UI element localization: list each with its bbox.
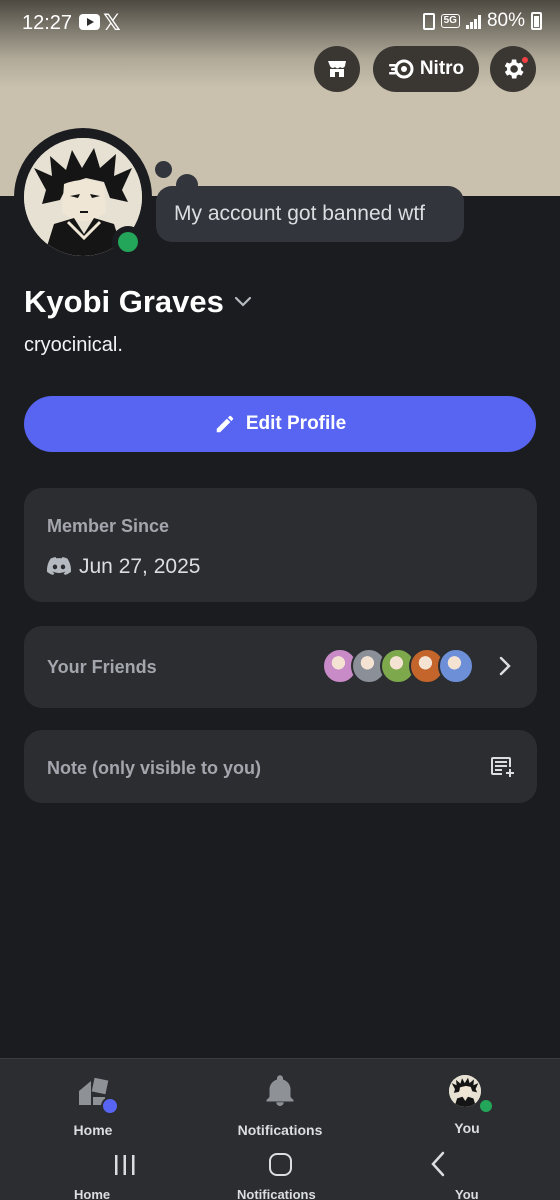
echo-home-label: Home [74,1187,111,1200]
discord-icon [47,557,71,575]
display-name[interactable]: Kyobi Graves [24,284,224,320]
shop-button[interactable] [314,46,360,92]
member-since-title: Member Since [47,516,170,536]
nav-home[interactable]: Home [18,1073,168,1138]
username: cryocinical. [24,334,123,356]
member-since-date: Jun 27, 2025 [79,555,201,578]
battery-percent: 80% [486,10,525,31]
edit-profile-label: Edit Profile [245,413,347,434]
chevron-right-icon [499,656,511,676]
system-home-icon[interactable] [269,1153,292,1176]
nav-notifications[interactable]: Notifications [205,1073,355,1138]
chevron-down-icon[interactable] [234,296,252,308]
status-time: 12:27 [22,12,73,34]
you-avatar-wrap [449,1073,495,1115]
online-status-indicator [118,232,138,252]
bell-icon [262,1073,298,1109]
network-type: 5G [440,14,460,28]
signal-icon [465,13,481,29]
battery-saver-icon [422,12,435,30]
home-unread-badge [101,1097,119,1115]
nitro-button[interactable]: Nitro [373,46,479,92]
member-since-card: Member Since Jun 27, 2025 [24,488,537,602]
custom-status-bubble[interactable]: My account got banned wtf [156,186,464,242]
note-placeholder[interactable]: Note (only visible to you) [47,758,261,779]
settings-button[interactable] [490,46,536,92]
nitro-label: Nitro [419,58,465,79]
home-icon [75,1073,119,1115]
friend-avatar [438,648,474,684]
back-icon[interactable] [430,1151,446,1177]
friend-avatar-stack [322,648,482,686]
your-friends-card[interactable]: Your Friends [24,626,537,708]
recents-icon[interactable] [113,1153,137,1177]
nitro-icon [388,59,414,79]
youtube-icon [79,14,100,30]
edit-profile-button[interactable]: Edit Profile [24,396,536,452]
custom-status-text: My account got banned wtf [174,202,425,225]
note-card[interactable]: Note (only visible to you) [24,730,537,803]
shop-icon [328,61,346,77]
add-note-icon[interactable] [491,756,515,778]
nav-you-label: You [454,1120,480,1136]
battery-icon [531,12,542,30]
echo-notifications-label: Notifications [237,1187,316,1200]
status-indicators: 5G 80% [422,10,542,32]
nav-home-label: Home [73,1122,113,1138]
thought-bubble-dot [155,161,172,178]
x-icon: 𝕏 [103,10,121,35]
echo-you-label: You [455,1187,479,1200]
status-bar: 12:27 𝕏 5G 80% [0,0,560,48]
pencil-icon [216,415,234,433]
avatar [449,1075,481,1107]
your-friends-title: Your Friends [47,657,157,677]
nav-you[interactable]: You [392,1073,542,1136]
nav-notifications-label: Notifications [237,1122,323,1138]
notification-dot [520,55,530,65]
online-status-indicator [477,1097,495,1115]
